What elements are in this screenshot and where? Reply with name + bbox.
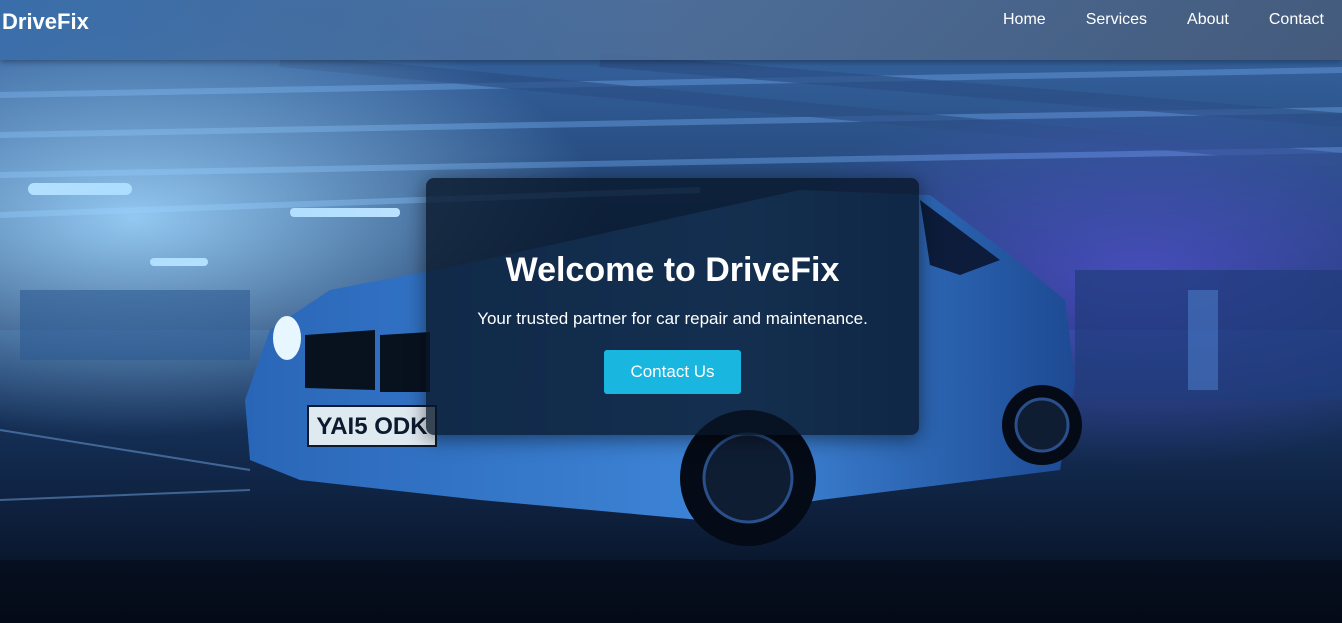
nav-link-home[interactable]: Home bbox=[1003, 11, 1046, 29]
contact-us-button[interactable]: Contact Us bbox=[604, 350, 741, 394]
nav-link-contact[interactable]: Contact bbox=[1269, 11, 1324, 29]
nav-link-services[interactable]: Services bbox=[1086, 11, 1147, 29]
hero-card: Welcome to DriveFix Your trusted partner… bbox=[426, 178, 919, 435]
license-plate-text: YAI5 ODK bbox=[316, 413, 428, 440]
hero-subtitle: Your trusted partner for car repair and … bbox=[477, 309, 868, 328]
hero-section: YAI5 ODK DriveFix Home Services About Co… bbox=[0, 0, 1342, 623]
top-navbar: DriveFix Home Services About Contact bbox=[0, 0, 1342, 60]
nav-link-about[interactable]: About bbox=[1187, 11, 1229, 29]
nav-links: Home Services About Contact bbox=[963, 11, 1324, 29]
brand-logo[interactable]: DriveFix bbox=[2, 9, 89, 35]
hero-title: Welcome to DriveFix bbox=[505, 251, 840, 289]
